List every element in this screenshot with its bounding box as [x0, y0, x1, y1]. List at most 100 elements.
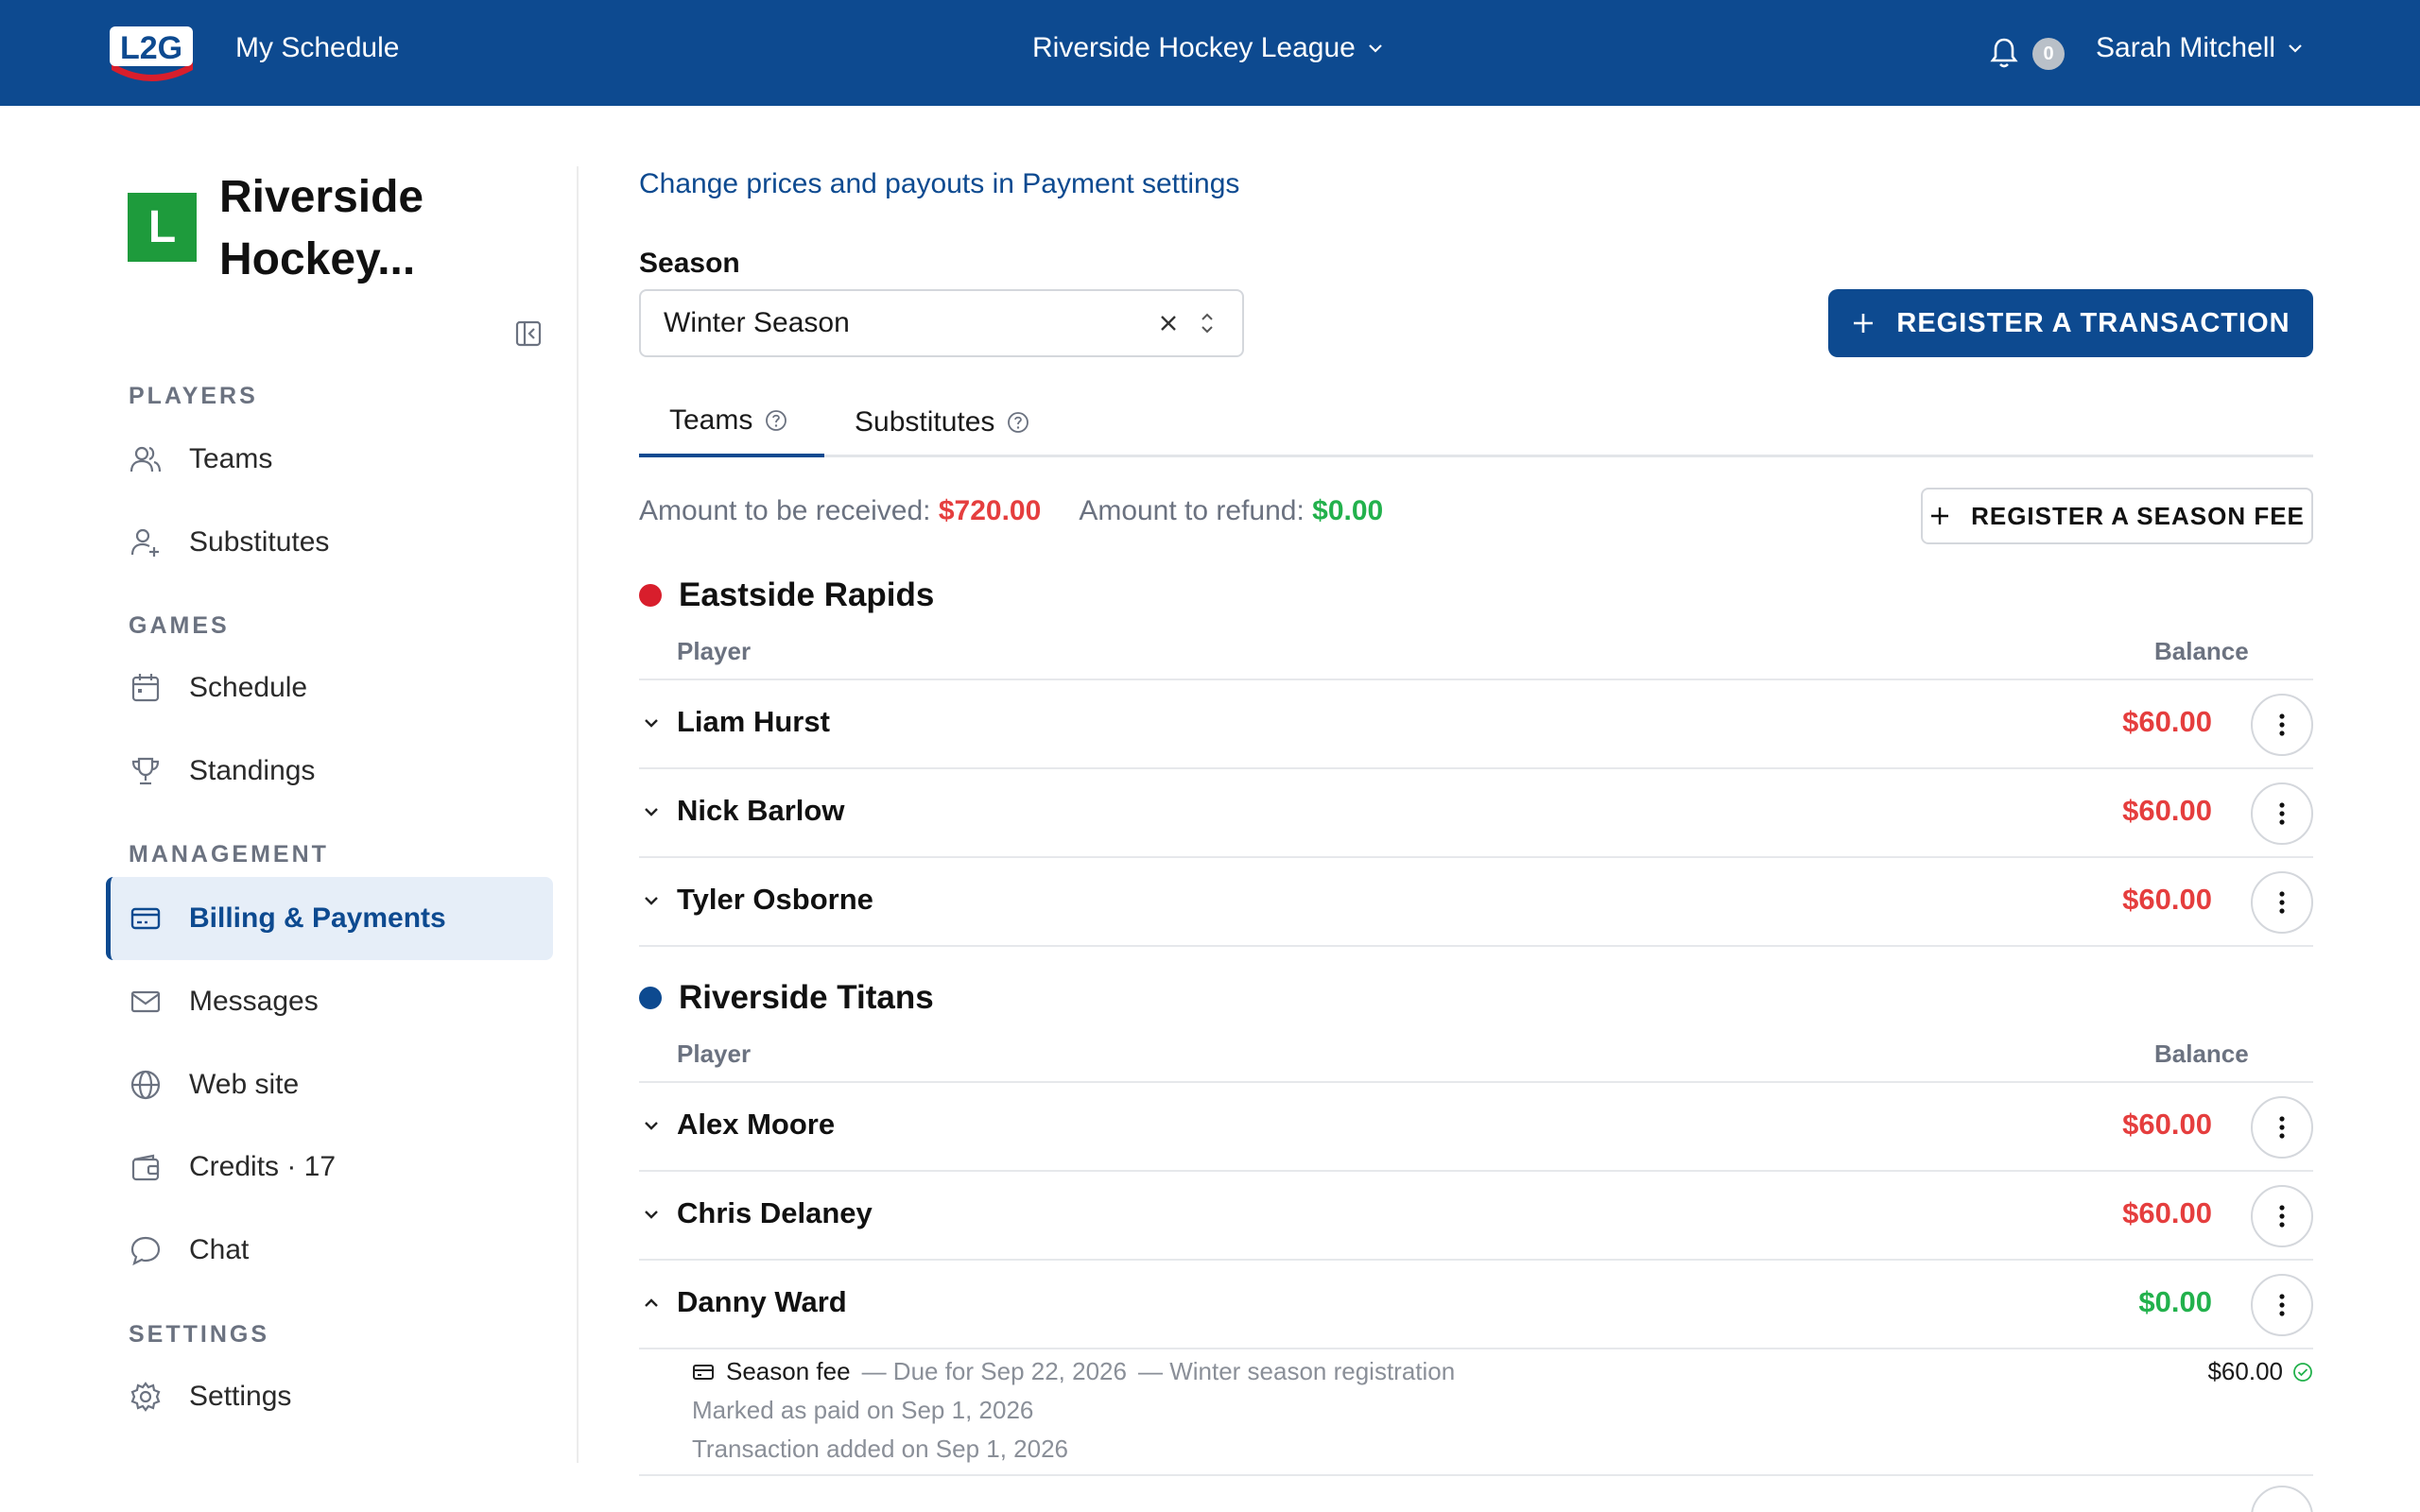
player-name: Tyler Osborne	[677, 883, 873, 916]
table-row[interactable]: Nick Barlow $60.00	[639, 767, 2313, 856]
more-options-button[interactable]	[2251, 1185, 2313, 1247]
sidebar-item-label: Messages	[189, 986, 319, 1017]
sidebar-item-messages[interactable]: Messages	[106, 960, 553, 1043]
register-season-fee-label: REGISTER A SEASON FEE	[1971, 501, 2305, 530]
player-balance: $60.00	[2122, 1108, 2212, 1141]
sidebar-item-chat[interactable]: Chat	[106, 1209, 553, 1292]
sidebar-item-label: Credits · 17	[189, 1151, 337, 1182]
table-row[interactable]: Liam Hurst $60.00	[639, 679, 2313, 767]
calendar-icon	[129, 671, 163, 705]
sidebar-item-label: Teams	[189, 443, 273, 474]
fee-note: — Winter season registration	[1137, 1357, 1456, 1385]
chevron-down-icon[interactable]	[639, 799, 664, 824]
chevron-down-icon[interactable]	[639, 1202, 664, 1227]
tab-substitutes[interactable]: Substitutes	[855, 387, 1030, 457]
sidebar-item-label: Settings	[189, 1381, 292, 1412]
receive-value: $720.00	[938, 495, 1042, 526]
kebab-icon	[2279, 713, 2285, 736]
credit-card-icon	[129, 902, 163, 936]
transaction-detail: Season fee — Due for Sep 22, 2026 — Wint…	[692, 1357, 2313, 1464]
payment-settings-link[interactable]: Change prices and payouts in Payment set…	[639, 168, 1239, 200]
register-season-fee-button[interactable]: REGISTER A SEASON FEE	[1921, 488, 2313, 544]
plus-icon	[1854, 314, 1874, 333]
column-header-player: Player	[677, 637, 752, 665]
org-name: Riverside Hockey...	[219, 172, 424, 284]
sidebar-item-billing[interactable]: Billing & Payments	[106, 877, 553, 960]
sidebar-item-credits[interactable]: Credits · 17	[106, 1125, 553, 1209]
globe-icon	[129, 1068, 163, 1102]
section-label-games: GAMES	[129, 612, 230, 639]
fee-amount: $60.00	[2207, 1357, 2283, 1385]
more-options-button[interactable]	[2251, 1274, 2313, 1336]
table-row[interactable]: Tyler Osborne $60.00	[639, 856, 2313, 945]
chat-bubble-icon	[129, 1233, 163, 1267]
help-circle-icon	[766, 410, 787, 431]
help-circle-icon	[1008, 412, 1029, 433]
receive-label: Amount to be received:	[639, 495, 931, 526]
table-row[interactable]: Danny Ward $0.00	[639, 1259, 2313, 1348]
sidebar-item-website[interactable]: Web site	[106, 1043, 553, 1126]
divider	[639, 945, 2313, 947]
kebab-icon	[2279, 1294, 2285, 1316]
player-name: Nick Barlow	[677, 794, 845, 827]
sidebar-item-label: Substitutes	[189, 526, 330, 558]
tab-bar: Teams Substitutes	[639, 387, 2313, 457]
trophy-icon	[129, 754, 163, 788]
more-options-button[interactable]	[2251, 782, 2313, 845]
sidebar-item-teams[interactable]: Teams	[106, 418, 553, 501]
sidebar-item-settings[interactable]: Settings	[106, 1355, 553, 1438]
chevron-up-icon[interactable]	[639, 1291, 664, 1315]
sidebar-item-label: Chat	[189, 1234, 250, 1265]
sidebar-item-schedule[interactable]: Schedule	[106, 646, 553, 730]
league-switcher[interactable]: Riverside Hockey League	[1032, 32, 1384, 64]
collapse-sidebar-icon[interactable]	[514, 319, 543, 348]
team-name: Eastside Rapids	[679, 576, 935, 613]
player-name: Liam Hurst	[677, 705, 830, 738]
season-value: Winter Season	[664, 307, 850, 338]
svg-text:L2G: L2G	[120, 30, 182, 66]
player-name: Alex Moore	[677, 1108, 836, 1141]
tab-teams[interactable]: Teams	[639, 387, 824, 457]
refund-value: $0.00	[1312, 495, 1384, 526]
more-options-button[interactable]	[2251, 694, 2313, 756]
user-menu[interactable]: Sarah Mitchell	[2096, 32, 2304, 64]
more-options-button[interactable]	[2251, 1486, 2313, 1512]
check-circle-icon	[2293, 1362, 2312, 1382]
season-select[interactable]: Winter Season	[639, 289, 1244, 357]
chevron-up-down-icon	[1201, 313, 1213, 334]
table-row[interactable]: Alex Moore $60.00	[639, 1081, 2313, 1170]
amount-to-refund: Amount to refund: $0.00	[1079, 495, 1383, 527]
amount-summary: Amount to be received: $720.00 Amount to…	[639, 495, 1383, 527]
chevron-down-icon[interactable]	[639, 711, 664, 735]
table-row[interactable]: Chris Delaney $60.00	[639, 1170, 2313, 1259]
player-name: Danny Ward	[677, 1285, 847, 1318]
gear-icon	[129, 1380, 163, 1414]
team-name: Riverside Titans	[679, 979, 934, 1016]
fee-amount-group: $60.00	[2207, 1357, 2313, 1386]
sidebar-item-standings[interactable]: Standings	[106, 730, 553, 813]
player-balance: $60.00	[2122, 705, 2212, 738]
more-options-button[interactable]	[2251, 871, 2313, 934]
l2g-logo[interactable]: L2G	[106, 21, 197, 81]
chevron-down-icon[interactable]	[639, 888, 664, 913]
register-transaction-button[interactable]: REGISTER A TRANSACTION	[1828, 289, 2313, 357]
bell-icon[interactable]	[1989, 36, 2019, 70]
credit-card-icon	[693, 1364, 714, 1380]
more-options-button[interactable]	[2251, 1096, 2313, 1159]
kebab-icon	[2279, 1205, 2285, 1228]
sidebar-item-substitutes[interactable]: Substitutes	[106, 501, 553, 584]
chevron-down-icon	[2289, 44, 2302, 53]
player-name: Chris Delaney	[677, 1196, 873, 1229]
chevron-down-icon[interactable]	[639, 1113, 664, 1138]
org-avatar: L	[128, 193, 197, 262]
divider	[639, 1474, 2313, 1476]
sidebar-item-label: Web site	[189, 1069, 300, 1100]
team-color-dot	[639, 584, 662, 607]
notification-count-badge: 0	[2032, 38, 2065, 70]
tab-label: Teams	[669, 404, 753, 436]
register-transaction-label: REGISTER A TRANSACTION	[1896, 307, 2290, 338]
column-header-balance: Balance	[2154, 1040, 2249, 1068]
my-schedule-link[interactable]: My Schedule	[235, 32, 399, 64]
close-icon[interactable]	[1153, 308, 1184, 338]
added-status: Transaction added on Sep 1, 2026	[692, 1435, 1068, 1463]
